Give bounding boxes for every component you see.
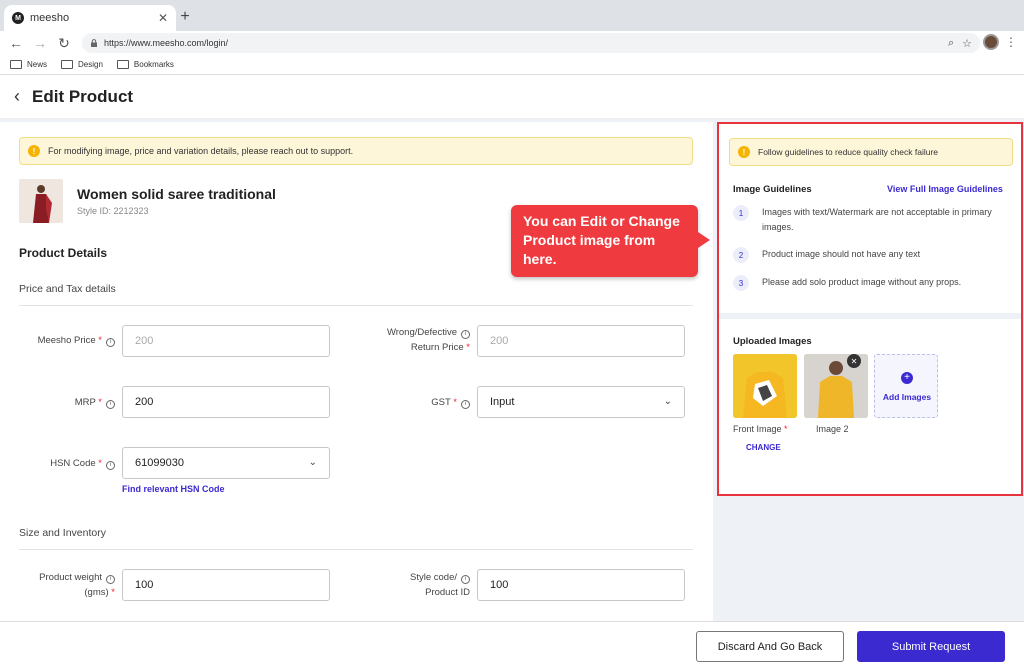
url-text: https://www.meesho.com/login/ xyxy=(104,38,229,48)
product-thumbnail xyxy=(19,179,63,223)
browser-tab-strip: M meesho ✕ + xyxy=(0,0,1024,31)
mrp-input[interactable]: 200 xyxy=(122,386,330,418)
browser-tab[interactable]: M meesho ✕ xyxy=(4,5,176,31)
page-title: Edit Product xyxy=(32,86,134,106)
warning-icon: ! xyxy=(738,146,750,158)
hsn-code-label: HSN Code * i xyxy=(20,456,115,471)
product-name: Women solid saree traditional xyxy=(77,186,276,202)
tab-title: meesho xyxy=(30,12,70,24)
guideline-text: Product image should not have any text xyxy=(762,249,921,259)
step-number: 3 xyxy=(733,275,749,291)
gst-label: GST * i xyxy=(350,395,470,410)
submit-request-button[interactable]: Submit Request xyxy=(857,631,1005,662)
guideline-text: Images with text/Watermark are not accep… xyxy=(762,207,992,232)
address-bar-row: ← → ↻ https://www.meesho.com/login/ ⌕ ☆ xyxy=(0,31,1024,55)
chevron-down-icon: ⌄ xyxy=(663,396,672,407)
style-id: Style ID: 2212323 xyxy=(77,206,149,216)
front-image-thumbnail[interactable] xyxy=(733,354,797,418)
step-number: 1 xyxy=(733,205,749,221)
guideline-text: Please add solo product image without an… xyxy=(762,277,962,287)
url-input[interactable]: https://www.meesho.com/login/ ⌕ ☆ xyxy=(82,33,980,53)
forward-arrow-icon[interactable]: → xyxy=(28,35,52,51)
bookmark-label: News xyxy=(27,60,48,69)
folder-icon xyxy=(61,60,74,69)
folder-icon xyxy=(10,60,22,69)
style-code-input[interactable]: 100 xyxy=(477,569,685,601)
bookmark-label: Bookmarks xyxy=(133,60,174,69)
bookmark-news[interactable]: News xyxy=(10,60,47,69)
meesho-price-input[interactable]: 200 xyxy=(122,325,330,357)
style-code-label: Style code/i Product ID xyxy=(410,572,470,598)
callout-annotation: You can Edit or Change Product image fro… xyxy=(511,205,698,277)
step-number: 2 xyxy=(733,247,749,263)
front-image-label: Front Image * xyxy=(733,424,788,434)
size-inventory-title: Size and Inventory xyxy=(19,527,106,539)
price-tax-title: Price and Tax details xyxy=(19,283,116,295)
discard-button[interactable]: Discard And Go Back xyxy=(696,631,844,662)
uploaded-images-title: Uploaded Images xyxy=(733,336,812,347)
info-icon[interactable]: i xyxy=(106,338,115,347)
support-notice: ! For modifying image, price and variati… xyxy=(19,137,693,165)
product-weight-input[interactable]: 100 xyxy=(122,569,330,601)
meesho-favicon-icon: M xyxy=(12,12,24,24)
close-tab-icon[interactable]: ✕ xyxy=(158,11,168,25)
bookmark-label: Design xyxy=(78,60,103,69)
image-guidelines-panel: ! Follow guidelines to reduce quality ch… xyxy=(717,122,1023,496)
guidelines-notice: ! Follow guidelines to reduce quality ch… xyxy=(729,138,1013,166)
info-icon[interactable]: i xyxy=(461,330,470,339)
divider xyxy=(19,305,693,306)
support-notice-text: For modifying image, price and variation… xyxy=(48,146,354,156)
callout-arrow xyxy=(698,232,710,248)
remove-image-icon[interactable]: ✕ xyxy=(847,354,861,368)
return-price-label: Wrong/Defective i Return Price * xyxy=(386,327,470,353)
guideline-item: 1 Images with text/Watermark are not acc… xyxy=(733,205,1013,235)
info-icon[interactable]: i xyxy=(106,400,115,409)
profile-avatar[interactable] xyxy=(983,34,999,50)
browser-menu-icon[interactable]: ⋮ xyxy=(1005,35,1017,49)
add-images-button[interactable]: + Add Images xyxy=(874,354,938,418)
info-icon[interactable]: i xyxy=(106,575,115,584)
change-image-link[interactable]: CHANGE xyxy=(746,443,781,452)
product-form-panel: ! For modifying image, price and variati… xyxy=(0,122,713,621)
hsn-code-select[interactable]: 61099030 ⌄ xyxy=(122,447,330,479)
guideline-item: 3 Please add solo product image without … xyxy=(733,275,1013,291)
info-icon[interactable]: i xyxy=(461,575,470,584)
find-hsn-link[interactable]: Find relevant HSN Code xyxy=(122,484,225,494)
info-icon[interactable]: i xyxy=(106,461,115,470)
footer-bar: Discard And Go Back Submit Request xyxy=(0,621,1024,669)
info-icon[interactable]: i xyxy=(461,400,470,409)
image-guidelines-title: Image Guidelines xyxy=(733,184,812,195)
image-2-label: Image 2 xyxy=(816,424,849,434)
chevron-down-icon: ⌄ xyxy=(308,457,317,468)
bookmark-design[interactable]: Design xyxy=(61,60,103,69)
divider xyxy=(719,313,1021,319)
folder-icon xyxy=(116,60,129,69)
add-images-label: Add Images xyxy=(882,392,932,402)
warning-icon: ! xyxy=(28,145,40,157)
divider xyxy=(19,549,693,550)
plus-icon: + xyxy=(901,372,913,384)
product-details-title: Product Details xyxy=(19,246,108,260)
lock-icon xyxy=(91,39,97,47)
new-tab-icon[interactable]: + xyxy=(177,8,193,26)
guidelines-notice-text: Follow guidelines to reduce quality chec… xyxy=(758,147,939,157)
reload-icon[interactable]: ↻ xyxy=(52,35,76,52)
guideline-item: 2 Product image should not have any text xyxy=(733,247,1013,263)
meesho-price-label: Meesho Price * i xyxy=(20,333,115,348)
bookmark-star-icon[interactable]: ☆ xyxy=(962,37,972,50)
mrp-label: MRP * i xyxy=(20,395,115,410)
bookmarks-bar: News Design Bookmarks xyxy=(0,55,1024,75)
bookmark-bookmarks[interactable]: Bookmarks xyxy=(116,60,174,69)
back-arrow-icon[interactable]: ← xyxy=(4,35,28,51)
back-chevron-icon[interactable]: ‹ xyxy=(14,86,20,107)
zoom-icon[interactable]: ⌕ xyxy=(948,37,954,50)
return-price-input[interactable]: 200 xyxy=(477,325,685,357)
page-header: ‹ Edit Product xyxy=(0,75,1024,119)
gst-select[interactable]: Input ⌄ xyxy=(477,386,685,418)
view-full-guidelines-link[interactable]: View Full Image Guidelines xyxy=(887,184,1003,194)
product-weight-label: Product weight i (gms) * xyxy=(39,572,115,598)
